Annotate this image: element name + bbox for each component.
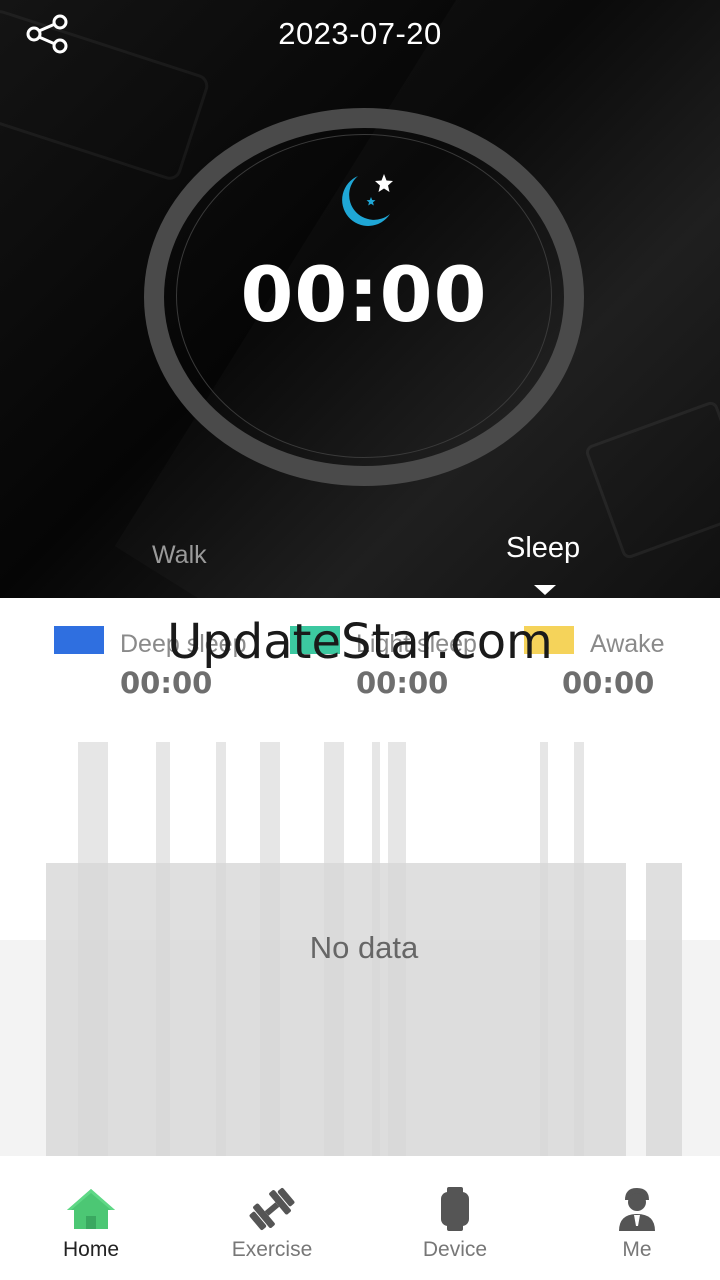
selected-tab-indicator bbox=[534, 585, 556, 595]
sleep-summary-panel: 2023-07-20 00:00 Walk Sleep bbox=[0, 0, 720, 598]
nav-home[interactable]: Home bbox=[21, 1186, 161, 1276]
nav-me[interactable]: Me bbox=[567, 1186, 707, 1276]
moon-icon bbox=[342, 174, 393, 226]
legend-value: 00:00 bbox=[356, 666, 449, 700]
nav-label: Exercise bbox=[231, 1238, 313, 1261]
person-icon bbox=[619, 1188, 655, 1231]
sleep-duration: 00:00 bbox=[240, 250, 488, 339]
chart-empty-overlay bbox=[646, 863, 682, 1156]
nav-label: Device bbox=[422, 1238, 488, 1261]
nav-label: Me bbox=[622, 1238, 652, 1261]
tab-sleep[interactable]: Sleep bbox=[506, 532, 580, 565]
bottom-navigation: Home Exercise Device Me bbox=[0, 1170, 720, 1280]
nav-exercise[interactable]: Exercise bbox=[202, 1186, 342, 1276]
legend-value: 00:00 bbox=[562, 666, 655, 700]
dumbbell-icon bbox=[249, 1188, 295, 1230]
watch-icon bbox=[441, 1187, 469, 1231]
home-icon bbox=[67, 1189, 115, 1229]
tab-walk[interactable]: Walk bbox=[152, 541, 207, 570]
sleep-chart: No data bbox=[0, 720, 720, 1170]
watermark: UpdateStar.com bbox=[167, 614, 553, 670]
date-label[interactable]: 2023-07-20 bbox=[0, 16, 720, 52]
chart-empty-overlay bbox=[46, 863, 626, 1156]
no-data-label: No data bbox=[309, 930, 419, 965]
nav-device[interactable]: Device bbox=[385, 1186, 525, 1276]
nav-label: Home bbox=[62, 1238, 120, 1261]
legend-value: 00:00 bbox=[120, 666, 213, 700]
